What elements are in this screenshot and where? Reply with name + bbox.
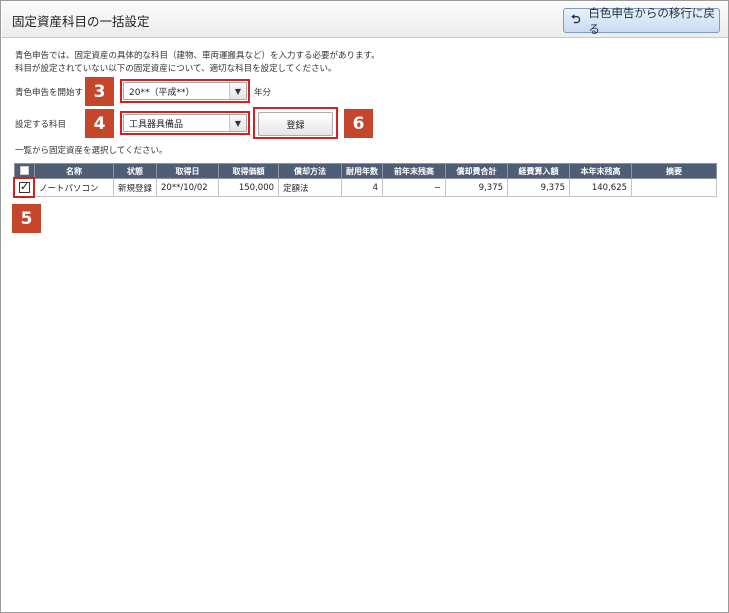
- col-prev-balance: 前年末残高: [382, 163, 447, 179]
- intro-line-2: 科目が設定されていない以下の固定資産について、適切な科目を設定してください。: [15, 64, 337, 74]
- step-badge-6: 6: [344, 109, 373, 138]
- cell-year-end: 140,625: [569, 178, 633, 197]
- cell-depreciation: 9,375: [445, 178, 509, 197]
- step-badge-4: 4: [85, 109, 114, 138]
- start-year-label: 青色申告を開始す: [15, 88, 84, 98]
- highlight-row-checkbox: [13, 177, 35, 198]
- fixed-asset-table: 名称 状態 取得日 取得価額 償却方法 耐用年数 前年末残高 償却費合計 経費算…: [14, 163, 717, 197]
- col-method: 償却方法: [278, 163, 343, 179]
- intro-text: 青色申告では、固定資産の具体的な科目（建物、車両運搬具など）を入力する必要があり…: [15, 50, 380, 76]
- intro-line-1: 青色申告では、固定資産の具体的な科目（建物、車両運搬具など）を入力する必要があり…: [15, 51, 380, 61]
- col-note: 摘要: [631, 163, 717, 179]
- app-window: 固定資産科目の一括設定 ⮌ 白色申告からの移行に戻る 青色申告では、固定資産の具…: [0, 0, 729, 613]
- table-header-row: 名称 状態 取得日 取得価額 償却方法 耐用年数 前年末残高 償却費合計 経費算…: [14, 163, 717, 179]
- page-title: 固定資産科目の一括設定: [12, 14, 150, 29]
- step-badge-3: 3: [85, 77, 114, 106]
- cell-name: ノートパソコン: [34, 178, 114, 197]
- cell-method: 定額法: [278, 178, 343, 197]
- col-depreciation: 償却費合計: [445, 163, 509, 179]
- title-bar: 固定資産科目の一括設定 ⮌ 白色申告からの移行に戻る: [2, 2, 728, 38]
- table-row[interactable]: ノートパソコン 新規登録 20**/10/02 150,000 定額法 4 − …: [14, 178, 717, 197]
- cell-status: 新規登録: [112, 178, 158, 197]
- cell-expense: 9,375: [507, 178, 571, 197]
- step-badge-5: 5: [12, 204, 41, 233]
- cell-prev-balance: −: [382, 178, 447, 197]
- list-hint: 一覧から固定資産を選択してください。: [15, 146, 168, 156]
- select-all-checkbox[interactable]: [20, 165, 29, 175]
- col-name: 名称: [34, 163, 114, 179]
- col-status: 状態: [112, 163, 158, 179]
- back-to-white-return-button[interactable]: ⮌ 白色申告からの移行に戻る: [563, 6, 720, 36]
- highlight-account: [120, 111, 250, 135]
- col-cost: 取得価額: [218, 163, 280, 179]
- highlight-register: [253, 107, 338, 139]
- back-button-label: 白色申告からの移行に戻る: [588, 5, 715, 36]
- col-year-end: 本年末残高: [569, 163, 633, 179]
- cell-life: 4: [341, 178, 384, 197]
- account-label: 設定する科目: [15, 120, 67, 130]
- highlight-start-year: [120, 79, 250, 103]
- col-expense: 経費算入額: [507, 163, 571, 179]
- cell-acquired: 20**/10/02: [156, 178, 220, 197]
- cell-cost: 150,000: [218, 178, 280, 197]
- cell-note: [631, 178, 717, 197]
- return-arrow-icon: ⮌: [571, 12, 581, 26]
- year-suffix: 年分: [254, 88, 272, 98]
- col-life: 耐用年数: [341, 163, 384, 179]
- col-acquired: 取得日: [156, 163, 220, 179]
